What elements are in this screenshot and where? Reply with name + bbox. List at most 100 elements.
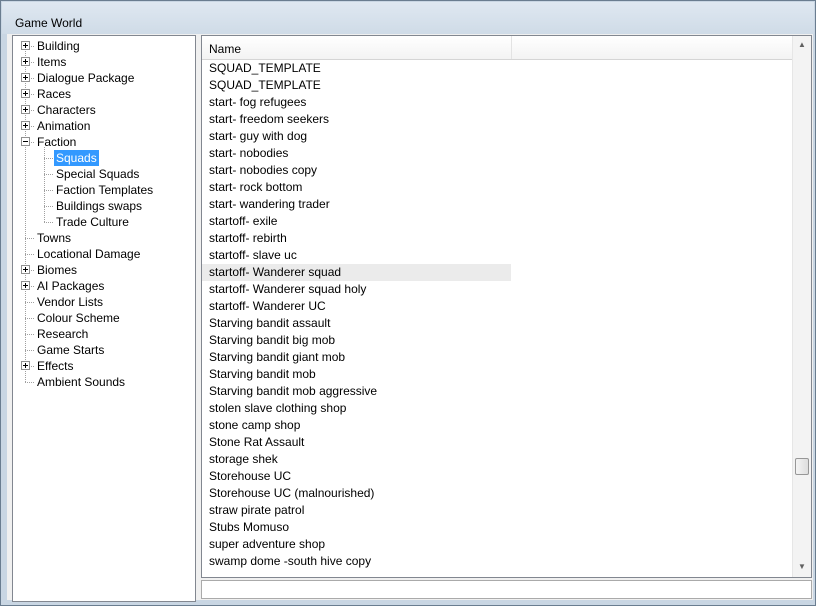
tree-connector-line	[44, 190, 53, 191]
category-tree[interactable]: Building Items Dialogue Package Races Charac…	[12, 35, 196, 602]
list-item[interactable]: straw pirate patrol	[202, 502, 511, 519]
list-item[interactable]: SQUAD_TEMPLATE	[202, 77, 511, 94]
expand-plus-icon[interactable]	[21, 281, 30, 290]
list-item[interactable]: Storehouse UC (malnourished)	[202, 485, 511, 502]
list-item[interactable]: start- nobodies	[202, 145, 511, 162]
tree-connector-line	[25, 254, 34, 255]
list-item[interactable]: startoff- rebirth	[202, 230, 511, 247]
tree-connector-line	[44, 158, 53, 159]
expand-plus-icon[interactable]	[21, 105, 30, 114]
list-item[interactable]: start- fog refugees	[202, 94, 511, 111]
list-rows: SQUAD_TEMPLATE SQUAD_TEMPLATE start- fog r…	[202, 60, 792, 577]
list-item[interactable]: startoff- exile	[202, 213, 511, 230]
tree-item-label: Colour Scheme	[37, 311, 120, 325]
list-item[interactable]: start- guy with dog	[202, 128, 511, 145]
expand-plus-icon[interactable]	[21, 73, 30, 82]
list-item[interactable]: Starving bandit assault	[202, 315, 511, 332]
tree-item-ambient-sounds[interactable]: Ambient Sounds	[13, 374, 195, 390]
tree-item-building[interactable]: Building	[13, 38, 195, 54]
tree-item-label: AI Packages	[37, 279, 105, 293]
expand-plus-icon[interactable]	[21, 89, 30, 98]
tree-item-label: Ambient Sounds	[37, 375, 126, 389]
list-item[interactable]: Starving bandit mob aggressive	[202, 383, 511, 400]
tree-item-label: Effects	[37, 359, 74, 373]
tree-item-effects[interactable]: Effects	[13, 358, 195, 374]
vertical-scrollbar[interactable]: ▲ ▼	[792, 36, 811, 577]
collapse-minus-icon[interactable]	[21, 137, 30, 146]
tree-item-dialogue-package[interactable]: Dialogue Package	[13, 70, 195, 86]
list-item[interactable]: startoff- Wanderer squad	[202, 264, 511, 281]
tree-connector-line	[25, 350, 34, 351]
list-header: Name	[202, 36, 792, 60]
game-world-window: Game World Building Items Dialogue Package…	[0, 0, 816, 606]
list-item[interactable]: start- rock bottom	[202, 179, 511, 196]
tree-item-races[interactable]: Races	[13, 86, 195, 102]
tree-connector-line	[25, 382, 34, 383]
list-item[interactable]: stolen slave clothing shop	[202, 400, 511, 417]
tree-item-label: Special Squads	[56, 167, 140, 181]
tree-item-colour-scheme[interactable]: Colour Scheme	[13, 310, 195, 326]
list-item[interactable]: start- wandering trader	[202, 196, 511, 213]
item-list[interactable]: Name SQUAD_TEMPLATE SQUAD_TEMPLATE start- …	[201, 35, 812, 578]
column-header-name-label: Name	[209, 42, 242, 56]
tree-item-ai-packages[interactable]: AI Packages	[13, 278, 195, 294]
list-item[interactable]: storage shek	[202, 451, 511, 468]
list-item[interactable]: SQUAD_TEMPLATE	[202, 60, 511, 77]
tree-connector-line	[44, 174, 53, 175]
tree-item-vendor-lists[interactable]: Vendor Lists	[13, 294, 195, 310]
tree-item-label: Vendor Lists	[37, 295, 104, 309]
tree-item-characters[interactable]: Characters	[13, 102, 195, 118]
arrow-up-icon[interactable]: ▲	[793, 36, 811, 53]
list-item[interactable]: start- nobodies copy	[202, 162, 511, 179]
tree-item-label: Towns	[37, 231, 72, 245]
list-item[interactable]: Storehouse UC	[202, 468, 511, 485]
tree-connector-line	[44, 222, 53, 223]
list-item[interactable]: startoff- Wanderer UC	[202, 298, 511, 315]
list-item[interactable]: swamp dome -south hive copy	[202, 553, 511, 570]
expand-plus-icon[interactable]	[21, 121, 30, 130]
tree-connector-line	[25, 318, 34, 319]
tree-item-faction[interactable]: Faction	[13, 134, 195, 150]
window-client-area: Building Items Dialogue Package Races Charac…	[7, 34, 813, 602]
expand-plus-icon[interactable]	[21, 41, 30, 50]
list-item[interactable]: super adventure shop	[202, 536, 511, 553]
tree-connector-line	[25, 302, 34, 303]
tree-item-trade-culture[interactable]: Trade Culture	[13, 214, 195, 230]
tree-item-special-squads[interactable]: Special Squads	[13, 166, 195, 182]
list-item[interactable]: start- freedom seekers	[202, 111, 511, 128]
title-bar[interactable]: Game World	[2, 2, 814, 34]
tree-item-faction-templates[interactable]: Faction Templates	[13, 182, 195, 198]
tree-item-locational-damage[interactable]: Locational Damage	[13, 246, 195, 262]
tree-item-label: Biomes	[37, 263, 78, 277]
tree-item-biomes[interactable]: Biomes	[13, 262, 195, 278]
list-item[interactable]: Starving bandit giant mob	[202, 349, 511, 366]
tree-item-research[interactable]: Research	[13, 326, 195, 342]
tree-item-items[interactable]: Items	[13, 54, 195, 70]
tree-item-label: Game Starts	[37, 343, 105, 357]
tree-item-label: Trade Culture	[56, 215, 129, 229]
list-item[interactable]: Stone Rat Assault	[202, 434, 511, 451]
list-item[interactable]: stone camp shop	[202, 417, 511, 434]
list-item[interactable]: Stubs Momuso	[202, 519, 511, 536]
tree-item-game-starts[interactable]: Game Starts	[13, 342, 195, 358]
arrow-down-icon[interactable]: ▼	[793, 558, 811, 575]
column-header-name[interactable]: Name	[202, 36, 512, 59]
list-item[interactable]: startoff- Wanderer squad holy	[202, 281, 511, 298]
tree-item-label: Squads	[54, 150, 99, 166]
bottom-text-field[interactable]	[201, 580, 812, 599]
expand-plus-icon[interactable]	[21, 265, 30, 274]
tree-item-squads[interactable]: Squads	[13, 150, 195, 166]
window-title: Game World	[15, 16, 83, 30]
tree-item-buildings-swaps[interactable]: Buildings swaps	[13, 198, 195, 214]
list-item[interactable]: Starving bandit mob	[202, 366, 511, 383]
tree-item-towns[interactable]: Towns	[13, 230, 195, 246]
tree-item-label: Research	[37, 327, 89, 341]
tree-item-label: Buildings swaps	[56, 199, 143, 213]
expand-plus-icon[interactable]	[21, 361, 30, 370]
tree-connector-line	[25, 334, 34, 335]
expand-plus-icon[interactable]	[21, 57, 30, 66]
tree-item-animation[interactable]: Animation	[13, 118, 195, 134]
scrollbar-thumb[interactable]	[795, 458, 809, 475]
list-item[interactable]: Starving bandit big mob	[202, 332, 511, 349]
list-item[interactable]: startoff- slave uc	[202, 247, 511, 264]
